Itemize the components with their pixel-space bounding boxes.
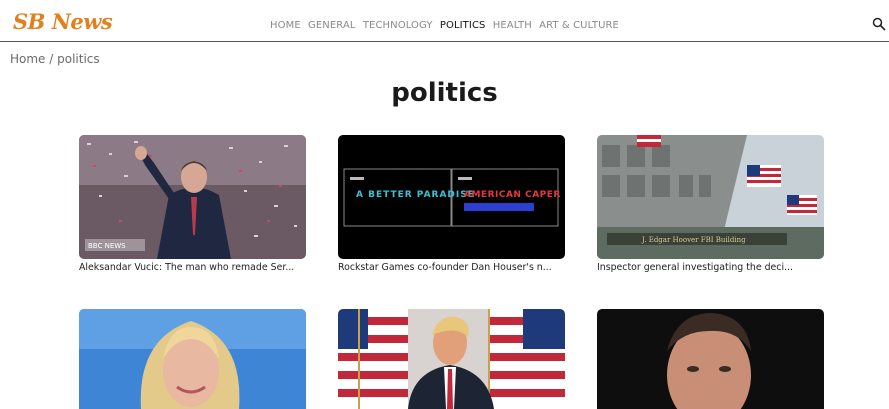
article-caption-1[interactable]: Aleksandar Vucic: The man who remade Ser… bbox=[79, 261, 306, 275]
caper-title: AMERICAN CAPER bbox=[464, 190, 561, 200]
article-image-6[interactable] bbox=[597, 309, 824, 409]
nav-item-home[interactable]: HOME bbox=[270, 20, 301, 31]
paradise-title: A BETTER PARADISE bbox=[356, 190, 475, 200]
article-image-2[interactable]: A BETTER PARADISE AMERICAN CAPER bbox=[338, 135, 565, 259]
article-image-3[interactable]: J. Edgar Hoover FBI Building bbox=[597, 135, 824, 259]
nav-item-art-culture[interactable]: ART & CULTURE bbox=[539, 20, 619, 31]
site-header: SB News HOME GENERAL TECHNOLOGY POLITICS… bbox=[0, 0, 889, 42]
nav-item-politics[interactable]: POLITICS bbox=[440, 20, 486, 31]
fbi-building-sign: J. Edgar Hoover FBI Building bbox=[641, 236, 746, 244]
nav-item-technology[interactable]: TECHNOLOGY bbox=[363, 20, 433, 31]
article-image-1[interactable]: BBC NEWS bbox=[79, 135, 306, 259]
article-image-5[interactable] bbox=[338, 309, 565, 409]
search-icon[interactable] bbox=[872, 17, 886, 31]
article-caption-2[interactable]: Rockstar Games co-founder Dan Houser's n… bbox=[338, 261, 565, 275]
article-image-4[interactable] bbox=[79, 309, 306, 409]
main-nav: HOME GENERAL TECHNOLOGY POLITICS HEALTH … bbox=[0, 20, 889, 31]
page-title: politics bbox=[391, 78, 498, 108]
bbc-news-watermark: BBC NEWS bbox=[88, 242, 126, 250]
article-caption-3[interactable]: Inspector general investigating the deci… bbox=[597, 261, 824, 275]
nav-item-health[interactable]: HEALTH bbox=[493, 20, 532, 31]
nav-item-general[interactable]: GENERAL bbox=[308, 20, 356, 31]
breadcrumb[interactable]: Home / politics bbox=[10, 52, 100, 66]
